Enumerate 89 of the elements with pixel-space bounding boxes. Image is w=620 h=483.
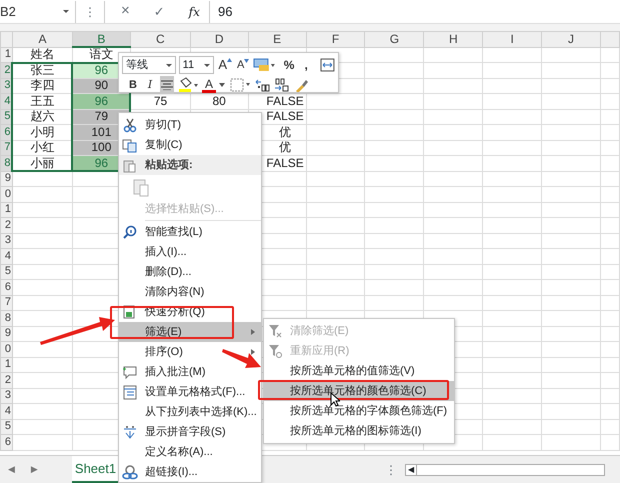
comment-icon <box>122 364 138 380</box>
section-header: 粘贴选项: <box>144 158 193 173</box>
menu-item[interactable]: 从下拉列表中选择(K)... <box>119 402 261 422</box>
sheet-tab[interactable]: Sheet1 <box>72 456 119 483</box>
table-cell: 96 <box>72 94 130 109</box>
enter-button[interactable]: ✓ <box>154 2 165 22</box>
pinyin-icon <box>122 424 138 440</box>
row-header[interactable]: 3 <box>0 233 12 248</box>
formula-input[interactable]: 96 <box>210 2 620 22</box>
row-header[interactable]: 2 <box>0 372 12 388</box>
row-header[interactable]: 8 <box>0 310 12 326</box>
more-handle[interactable]: ⋮ <box>385 460 397 478</box>
scissors-icon <box>122 118 138 132</box>
column-header[interactable]: G <box>364 32 424 47</box>
merge-center-icon[interactable] <box>320 58 336 72</box>
more-handle[interactable]: ⋮ <box>84 2 96 20</box>
column-header[interactable]: A <box>12 32 72 47</box>
menu-item[interactable]: 按所选单元格的字体颜色筛选(F) <box>264 401 454 421</box>
next-sheet-button[interactable]: ▶ <box>30 462 38 476</box>
comma-style-button[interactable]: , <box>299 56 314 74</box>
increase-font-button[interactable]: A <box>217 56 234 74</box>
column-header[interactable]: B <box>72 32 130 47</box>
column-header[interactable]: C <box>130 32 190 47</box>
font-size: 11 <box>182 58 194 73</box>
menu-item[interactable]: 按所选单元格的图标筛选(I) <box>264 421 454 441</box>
row-header[interactable]: 6 <box>0 280 12 295</box>
scroll-left-button[interactable]: ◀ <box>406 464 418 474</box>
row-header[interactable]: 5 <box>0 264 12 280</box>
row-header[interactable]: 0 <box>0 186 12 202</box>
decrease-decimal-icon[interactable] <box>274 78 290 92</box>
up-triangle-icon <box>227 58 232 62</box>
menu-item[interactable]: 超链接(I)... <box>119 462 261 482</box>
menu-item[interactable]: 设置单元格格式(F)... <box>119 382 261 402</box>
column-header[interactable]: H <box>424 32 483 47</box>
increase-decimal-icon[interactable] <box>255 78 271 92</box>
previous-sheet-button[interactable]: ◀ <box>8 462 15 476</box>
cancel-button[interactable]: × <box>121 0 130 23</box>
name-box[interactable]: B2 <box>0 0 76 22</box>
clipboard-icon[interactable] <box>132 177 150 197</box>
row-header[interactable]: 4 <box>0 248 12 264</box>
row-header[interactable]: 7 <box>0 295 12 310</box>
copy-icon <box>122 138 138 152</box>
row-header[interactable]: 9 <box>0 171 12 186</box>
row-header[interactable]: 1 <box>0 202 12 218</box>
row-header[interactable]: 4 <box>0 404 12 419</box>
column-header[interactable]: D <box>190 32 248 47</box>
cell-reference: B2 <box>0 2 16 21</box>
column-header[interactable]: E <box>248 32 306 47</box>
row-header[interactable]: 1 <box>0 47 12 62</box>
dropdown-caret-icon[interactable] <box>63 10 69 13</box>
align-center-icon <box>161 80 173 90</box>
menu-item[interactable]: 删除(D)... <box>119 262 261 282</box>
row-header[interactable]: 0 <box>0 342 12 357</box>
menu-item[interactable]: 定义名称(A)... <box>119 442 261 462</box>
filter-reapply-icon <box>268 344 282 358</box>
dropdown-caret-icon[interactable] <box>204 64 210 66</box>
menu-item[interactable]: 按所选单元格的值筛选(V) <box>264 361 454 381</box>
column-header[interactable]: F <box>306 32 365 47</box>
decrease-font-button[interactable]: A <box>236 56 250 74</box>
row-header[interactable]: 1 <box>0 357 12 372</box>
horizontal-scrollbar[interactable]: ◀ <box>405 464 605 476</box>
clipboard-icon <box>122 158 138 172</box>
row-header[interactable]: 2 <box>0 218 12 233</box>
format-cells-icon <box>122 384 138 400</box>
column-header[interactable]: J <box>542 32 600 47</box>
menu-item[interactable]: 智能查找(L) <box>119 222 261 242</box>
row-header[interactable]: 6 <box>0 434 12 450</box>
filter-clear-icon <box>268 324 282 338</box>
dropdown-caret-icon[interactable] <box>219 83 225 87</box>
column-header[interactable]: I <box>482 32 542 47</box>
menu-item[interactable]: 筛选(E) <box>119 322 261 342</box>
row-header[interactable]: 9 <box>0 326 12 342</box>
row-header[interactable]: 5 <box>0 419 12 434</box>
insert-function-button[interactable]: fx <box>188 2 200 20</box>
menu-item[interactable]: 清除内容(N) <box>119 282 261 302</box>
dropdown-caret-icon[interactable] <box>166 64 172 66</box>
percent-style-button[interactable]: % <box>282 56 296 74</box>
menu-item[interactable]: 插入批注(M) <box>119 362 261 382</box>
search-icon <box>122 224 138 240</box>
align-center-button[interactable] <box>160 76 174 94</box>
down-triangle-icon <box>244 58 250 63</box>
pointer-arrow <box>222 346 262 370</box>
link-icon <box>122 464 138 480</box>
row-header[interactable]: 3 <box>0 388 12 404</box>
fill-color-icon[interactable] <box>177 77 199 93</box>
menu-item[interactable]: 显示拼音字段(S) <box>119 422 261 442</box>
menu-item[interactable]: 插入(I)... <box>119 242 261 262</box>
font-size-field[interactable]: 11 <box>178 56 214 74</box>
font-name-field[interactable]: 等线 <box>122 56 176 74</box>
